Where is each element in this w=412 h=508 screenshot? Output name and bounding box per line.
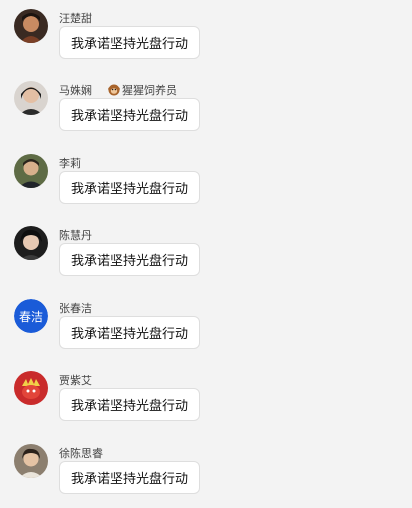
chat-message: 马姝娴 猩猩饲养员 我承诺坚持光盘行动 (14, 81, 404, 145)
chat-message-list: 汪楚甜 我承诺坚持光盘行动 马姝娴 猩猩饲养员 我承诺坚持光盘行动 李莉 我承诺… (0, 0, 412, 500)
sender-name: 陈慧丹 (59, 229, 92, 242)
sender-name: 徐陈思睿 (59, 447, 103, 460)
badge-label: 猩猩饲养员 (122, 84, 177, 97)
chat-message: 春洁 张春洁 我承诺坚持光盘行动 (14, 299, 404, 363)
avatar[interactable]: 春洁 (14, 299, 48, 333)
message-bubble[interactable]: 我承诺坚持光盘行动 (59, 171, 201, 204)
text-avatar: 春洁 (14, 299, 48, 333)
sender-name: 马姝娴 (59, 84, 92, 97)
message-bubble[interactable]: 我承诺坚持光盘行动 (59, 243, 201, 276)
message-bubble[interactable]: 我承诺坚持光盘行动 (59, 98, 201, 131)
monkey-icon (108, 84, 120, 96)
sender-name: 李莉 (59, 157, 81, 170)
chat-message: 贾紫艾 我承诺坚持光盘行动 (14, 371, 404, 435)
sender-name: 张春洁 (59, 302, 92, 315)
avatar[interactable] (14, 226, 48, 260)
message-bubble[interactable]: 我承诺坚持光盘行动 (59, 388, 201, 421)
chat-message: 汪楚甜 我承诺坚持光盘行动 (14, 9, 404, 73)
chat-message: 陈慧丹 我承诺坚持光盘行动 (14, 226, 404, 290)
avatar[interactable] (14, 9, 48, 43)
sender-name: 汪楚甜 (59, 12, 92, 25)
avatar[interactable] (14, 154, 48, 188)
message-bubble[interactable]: 我承诺坚持光盘行动 (59, 26, 201, 59)
chat-message: 徐陈思睿 我承诺坚持光盘行动 (14, 444, 404, 508)
avatar[interactable] (14, 371, 48, 405)
sender-name: 贾紫艾 (59, 374, 92, 387)
avatar[interactable] (14, 444, 48, 478)
avatar[interactable] (14, 81, 48, 115)
chat-message: 李莉 我承诺坚持光盘行动 (14, 154, 404, 218)
message-bubble[interactable]: 我承诺坚持光盘行动 (59, 316, 201, 349)
member-title-badge: 猩猩饲养员 (108, 82, 177, 98)
message-bubble[interactable]: 我承诺坚持光盘行动 (59, 461, 201, 494)
